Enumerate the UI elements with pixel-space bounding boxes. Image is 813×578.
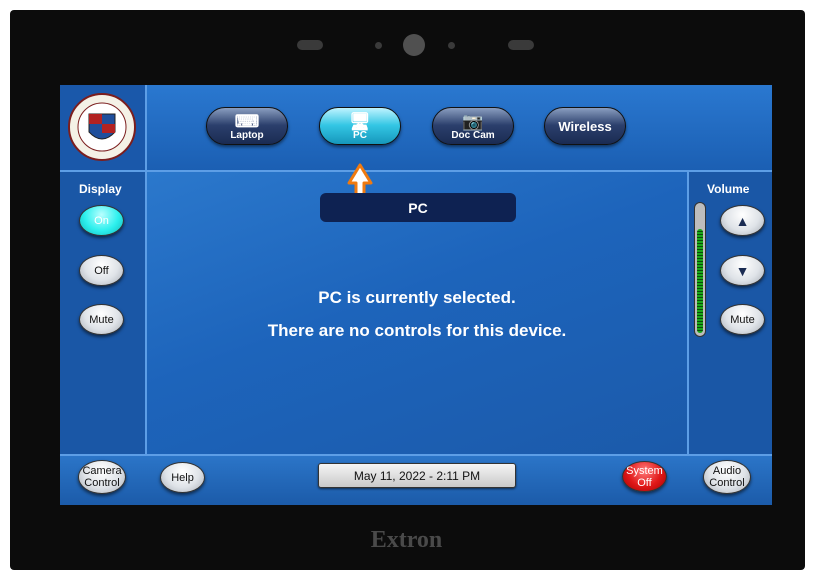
source-button-wireless[interactable]: Wireless <box>544 107 626 145</box>
current-source-title: PC <box>320 193 516 222</box>
display-off-button[interactable]: Off <box>79 255 124 286</box>
header-bar <box>60 85 772 172</box>
date-time-display: May 11, 2022 - 2:11 PM <box>318 463 516 488</box>
volume-down-button[interactable]: ▼ <box>720 255 765 286</box>
university-seal-icon <box>68 93 136 161</box>
display-mute-button[interactable]: Mute <box>79 304 124 335</box>
volume-level-fill <box>697 229 703 333</box>
bezel-sensor-left <box>297 40 323 50</box>
source-label: Doc Cam <box>451 130 495 141</box>
touch-screen: ⌨ Laptop 🖥 PC 📷 Doc Cam Wireless Display… <box>60 85 772 505</box>
camera-lens <box>403 34 425 56</box>
volume-up-button[interactable]: ▲ <box>720 205 765 236</box>
source-label: PC <box>353 130 367 141</box>
system-off-button[interactable]: System Off <box>622 461 667 492</box>
display-on-button[interactable]: On <box>79 205 124 236</box>
volume-title: Volume <box>707 182 750 196</box>
extron-logo: Extron <box>370 527 443 553</box>
camera-control-button[interactable]: Camera Control <box>78 460 126 494</box>
source-button-doc-cam[interactable]: 📷 Doc Cam <box>432 107 514 145</box>
doc-cam-icon: 📷 <box>462 112 484 131</box>
source-button-pc[interactable]: 🖥 PC <box>319 107 401 145</box>
volume-mute-button[interactable]: Mute <box>720 304 765 335</box>
bezel-sensor-dot-right <box>448 42 455 49</box>
bezel-sensor-right <box>508 40 534 50</box>
volume-down-icon: ▼ <box>735 262 750 279</box>
source-label: Laptop <box>230 130 264 141</box>
laptop-icon: ⌨ <box>234 112 260 131</box>
volume-up-icon: ▲ <box>735 212 750 229</box>
help-button[interactable]: Help <box>160 462 205 493</box>
volume-level-meter <box>694 202 706 337</box>
status-line-selected: PC is currently selected. <box>318 288 516 307</box>
source-label: Wireless <box>558 119 612 134</box>
status-line-no-controls: There are no controls for this device. <box>267 321 567 340</box>
source-button-laptop[interactable]: ⌨ Laptop <box>206 107 288 145</box>
pc-icon: 🖥 <box>349 112 371 131</box>
display-title: Display <box>79 182 122 196</box>
logo-area <box>60 85 147 170</box>
audio-control-button[interactable]: Audio Control <box>703 460 751 494</box>
bezel-sensor-dot-left <box>375 42 382 49</box>
